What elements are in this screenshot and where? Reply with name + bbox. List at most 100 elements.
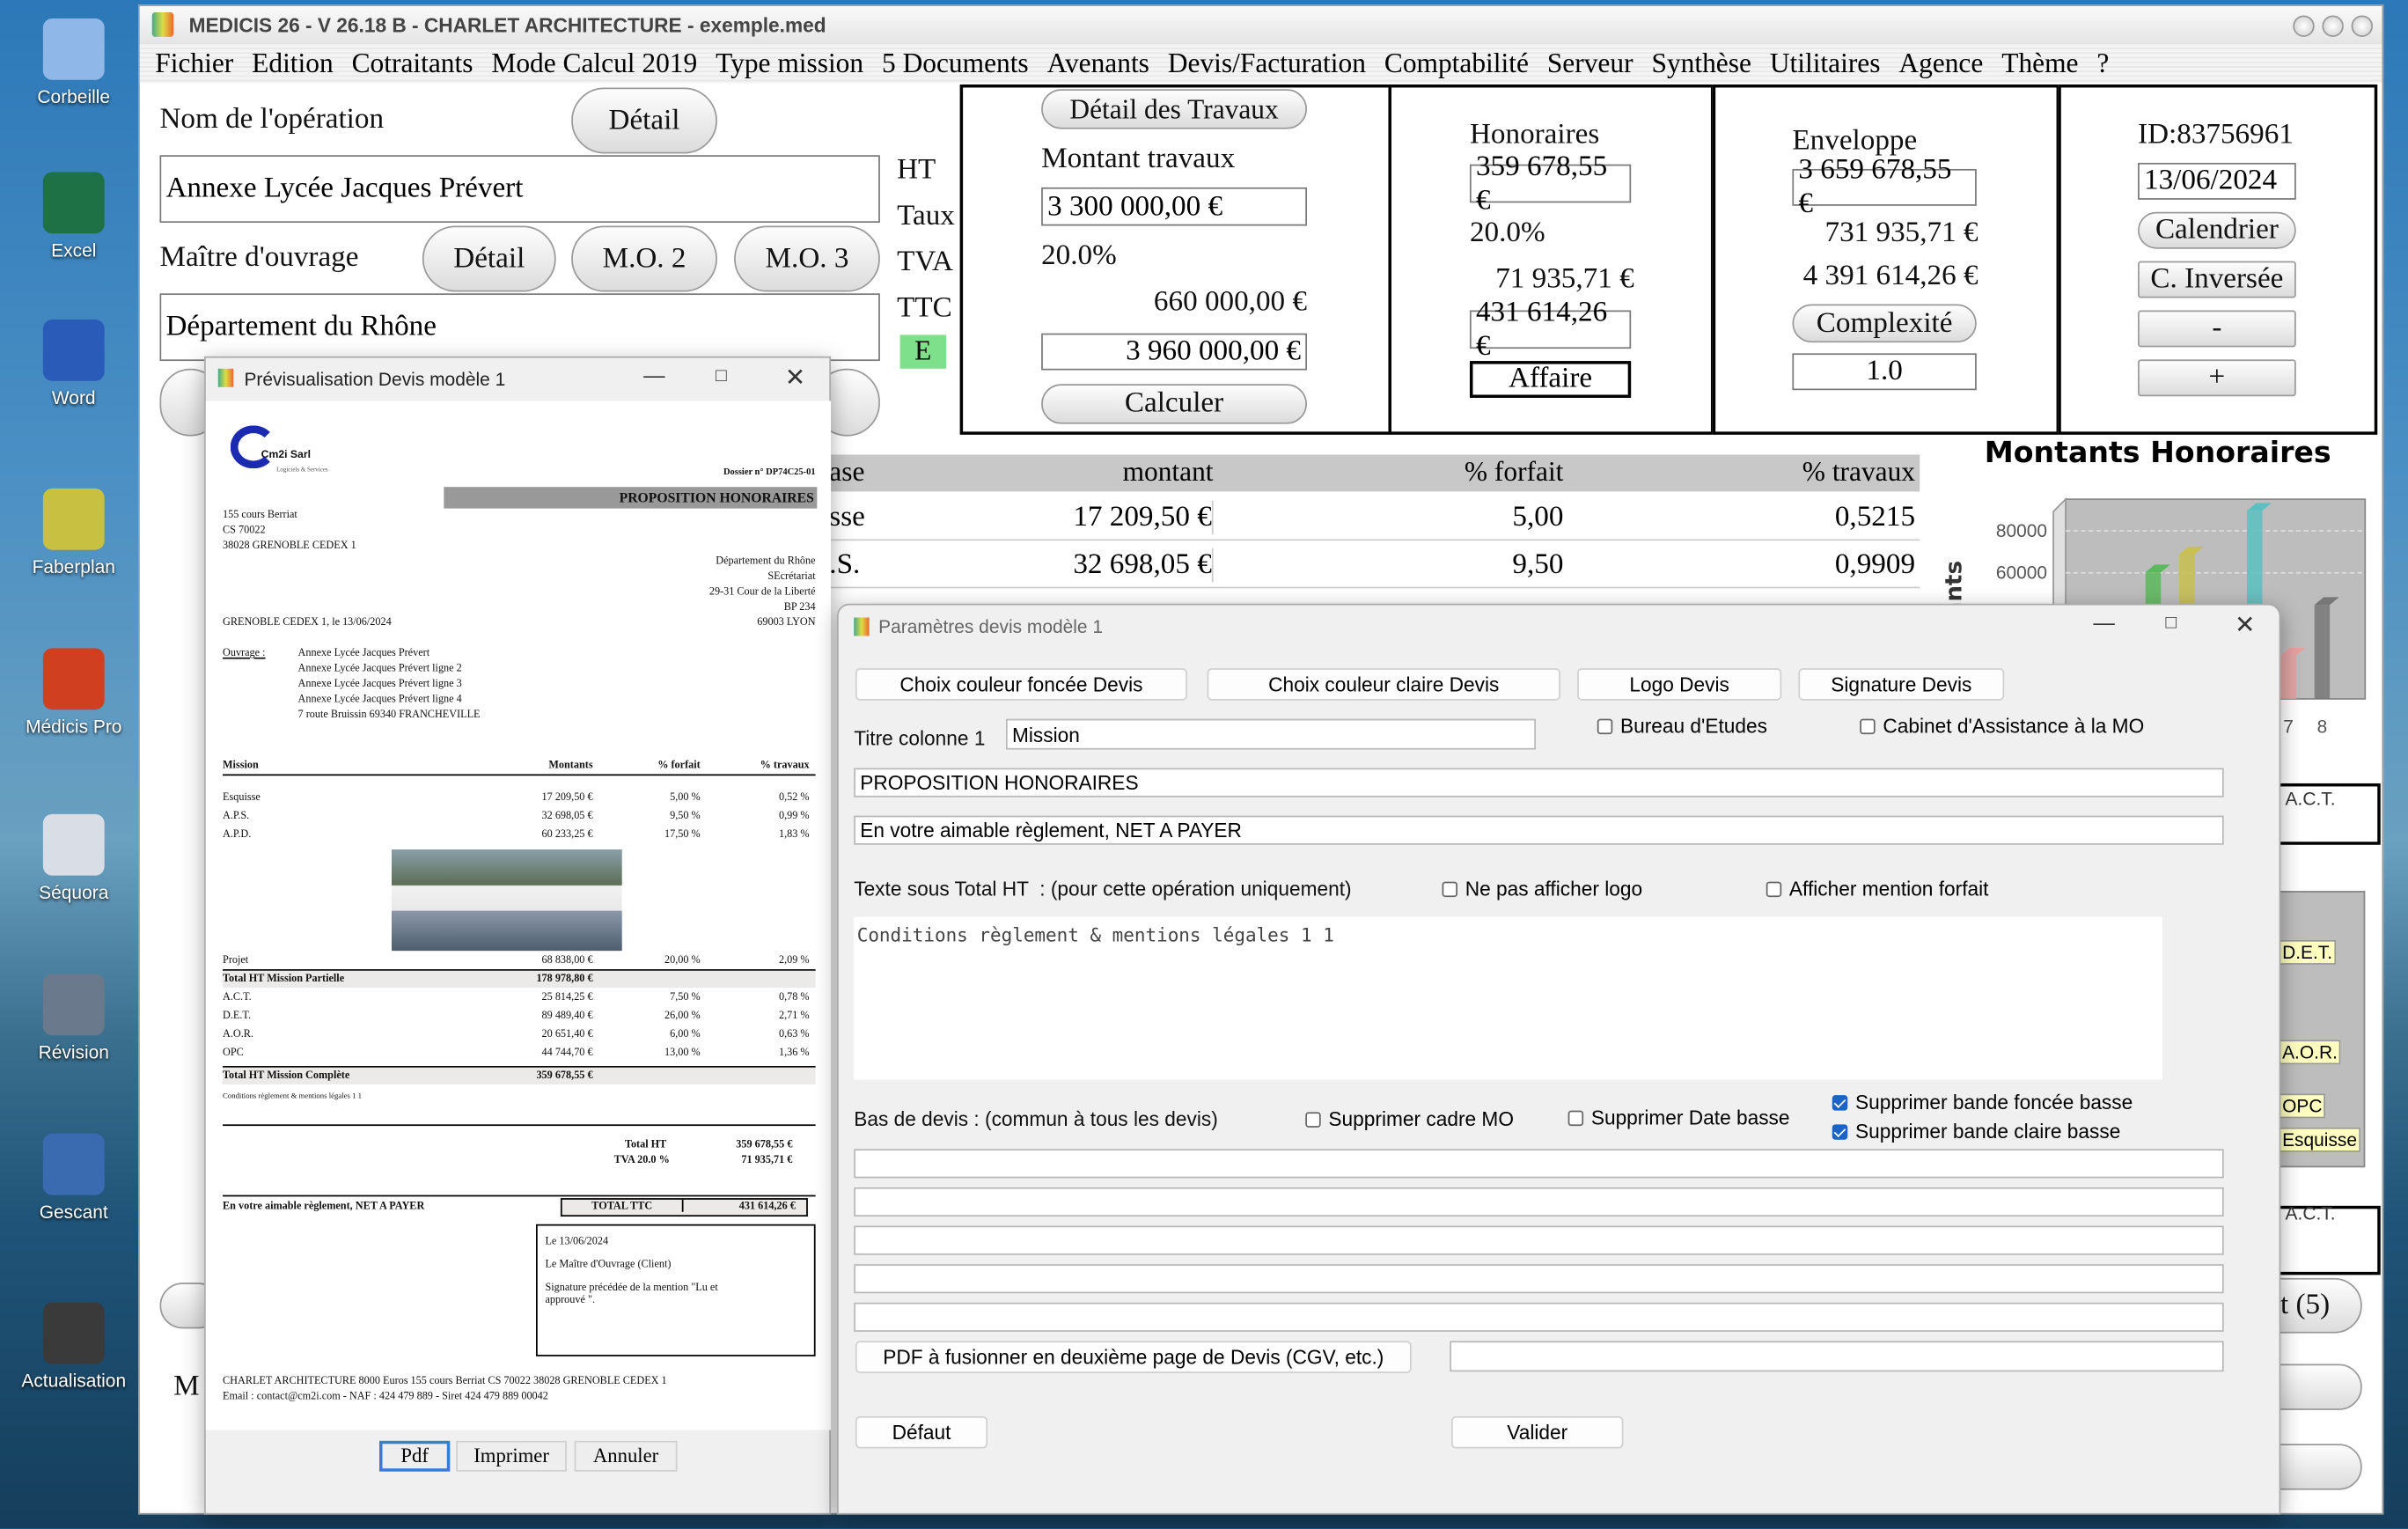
validate-button[interactable]: Valider [1451,1415,1624,1449]
params-maximize[interactable]: □ [2165,612,2177,633]
signature-button[interactable]: Signature Devis [1798,668,2005,701]
plus-button[interactable]: + [2138,359,2296,397]
preview-maximize[interactable]: □ [716,364,727,386]
desktop-icon-word[interactable]: Word [12,319,136,408]
desktop-icon-s-quora[interactable]: Séquora [12,813,136,904]
operation-detail-button[interactable]: Détail [571,87,717,154]
close-button[interactable] [2351,15,2374,37]
menu-item[interactable]: Synthèse [1651,48,1751,80]
mo3-button[interactable]: M.O. 3 [734,225,880,292]
mention-forfait-checkbox[interactable]: Afficher mention forfait [1766,877,1988,900]
menu-item[interactable]: Cotraitants [352,48,474,80]
footer-line-input[interactable] [854,1187,2224,1217]
minus-button[interactable]: - [2138,310,2296,348]
honoraires-ht-input[interactable]: 359 678,55 € [1469,150,1632,216]
footer-line-input[interactable] [854,1264,2224,1294]
menu-item[interactable]: 5 Documents [882,48,1029,80]
desktop-icon-gescant[interactable]: Gescant [12,1133,136,1223]
footer-line-input[interactable] [854,1225,2224,1255]
menu-item[interactable]: ? [2096,48,2109,80]
operation-label: Nom de l'opération [159,102,385,136]
document-title-input[interactable]: PROPOSITION HONORAIRES [854,768,2224,798]
suppr-claire-checkbox[interactable]: Supprimer bande claire basse [1832,1120,2120,1143]
light-color-button[interactable]: Choix couleur claire Devis [1207,668,1560,701]
travaux-ttc-input[interactable]: 3 960 000,00 € [1041,333,1307,371]
conditions-textarea[interactable]: Conditions règlement & mentions légales … [854,916,2162,1080]
mission-row-forfait: 17,50 % [664,827,701,841]
mission-row-forfait: 9,50 % [670,809,701,822]
params-close[interactable]: ✕ [2235,610,2255,641]
complexite-input[interactable]: 1.0 [1792,353,1977,391]
recipient-line: BP 234 [783,600,816,614]
minimize-button[interactable] [2293,15,2315,37]
revision-icon [42,974,105,1036]
dark-color-button[interactable]: Choix couleur foncée Devis [855,668,1187,701]
menu-item[interactable]: Agence [1898,48,1983,80]
tva-label: TVA [897,246,953,278]
desktop-icon-actualisation[interactable]: Actualisation [12,1302,136,1392]
preview-close[interactable]: ✕ [785,363,805,393]
desktop-icon-r-vision[interactable]: Révision [12,974,136,1063]
menu-item[interactable]: Edition [252,48,333,80]
suppr-cadre-checkbox[interactable]: Supprimer cadre MO [1305,1107,1514,1130]
complexite-button[interactable]: Complexité [1792,304,1977,343]
sender-line: 38028 GRENOBLE CEDEX 1 [223,539,356,552]
ouvrage-line: Annexe Lycée Jacques Prévert ligne 3 [297,677,462,690]
calendrier-button[interactable]: Calendrier [2138,211,2296,249]
operation-name-input[interactable]: Annexe Lycée Jacques Prévert [159,155,880,224]
cancel-button[interactable]: Annuler [574,1440,678,1472]
total-partiel-mission: Total HT Mission Partielle [223,972,345,985]
default-button[interactable]: Défaut [855,1415,988,1449]
enveloppe-ht-input[interactable]: 3 659 678,55 € [1792,154,1977,220]
preview-minimize[interactable]: — [643,363,664,387]
table-row[interactable]: sse 17 209,50 € 5,00 0,5215 [829,495,1920,541]
menu-item[interactable]: Utilitaires [1770,48,1881,80]
date-input[interactable]: 13/06/2024 [2138,162,2296,200]
mission-row-travaux: 1,36 % [778,1046,810,1059]
table-row[interactable]: .S. 32 698,05 € 9,50 0,9909 [829,542,1920,589]
cabinet-mo-checkbox[interactable]: Cabinet d'Assistance à la MO [1860,714,2144,738]
honoraires-ttc-input[interactable]: 431 614,26 € [1469,296,1632,362]
desktop-icon-label: Séquora [39,881,109,904]
e-badge[interactable]: E [899,334,946,369]
checkbox-box-checked [1832,1094,1848,1110]
titre-colonne-input[interactable]: Mission [1005,718,1536,750]
mo2-button[interactable]: M.O. 2 [571,225,717,292]
menu-item[interactable]: Fichier [155,48,233,80]
desktop-icon-excel[interactable]: Excel [12,172,136,261]
maximize-button[interactable] [2322,15,2344,37]
menu-item[interactable]: Serveur [1547,48,1633,80]
menu-item[interactable]: Mode Calcul 2019 [491,48,697,80]
menu-item[interactable]: Comptabilité [1384,48,1529,80]
desktop-icon-corbeille[interactable]: Corbeille [12,18,136,107]
total-ht-value: 359 678,55 € [736,1138,793,1151]
desktop-icon-faberplan[interactable]: Faberplan [12,488,136,577]
mo-detail-button[interactable]: Détail [422,225,556,292]
logo-button[interactable]: Logo Devis [1577,668,1782,701]
calculer-button[interactable]: Calculer [1041,384,1307,424]
menu-item[interactable]: Devis/Facturation [1168,48,1366,80]
menu-item[interactable]: Thème [2001,48,2078,80]
suppr-date-checkbox[interactable]: Supprimer Date basse [1567,1106,1790,1129]
pdf-merge-input[interactable] [1450,1341,2224,1372]
pdf-button[interactable]: Pdf [379,1440,451,1472]
footer-line-input[interactable] [854,1149,2224,1179]
menu-item[interactable]: Type mission [716,48,863,80]
suppr-fonce-checkbox[interactable]: Supprimer bande foncée basse [1832,1091,2133,1114]
no-logo-checkbox[interactable]: Ne pas afficher logo [1442,877,1642,900]
bureau-etudes-checkbox[interactable]: Bureau d'Etudes [1597,714,1767,738]
c-inversee-button[interactable]: C. Inversée [2138,261,2296,298]
params-minimize[interactable]: — [2093,610,2114,635]
net-payer-input[interactable]: En votre aimable règlement, NET A PAYER [854,815,2224,845]
bar-8 [2314,605,2331,699]
print-button[interactable]: Imprimer [456,1440,567,1472]
detail-travaux-button[interactable]: Détail des Travaux [1041,89,1307,129]
desktop-icon-m-dicis-pro[interactable]: Médicis Pro [12,648,136,738]
pdf-merge-button[interactable]: PDF à fusionner en deuxième page de Devi… [855,1341,1412,1374]
maitre-ouvrage-input[interactable]: Département du Rhône [159,293,880,362]
footer-line-input[interactable] [854,1302,2224,1332]
menu-item[interactable]: Avenants [1047,48,1149,80]
montant-travaux-input[interactable]: 3 300 000,00 € [1041,187,1307,226]
affaire-button[interactable]: Affaire [1469,361,1632,398]
texte-total-label: Texte sous Total HT : (pour cette opérat… [854,877,1352,900]
